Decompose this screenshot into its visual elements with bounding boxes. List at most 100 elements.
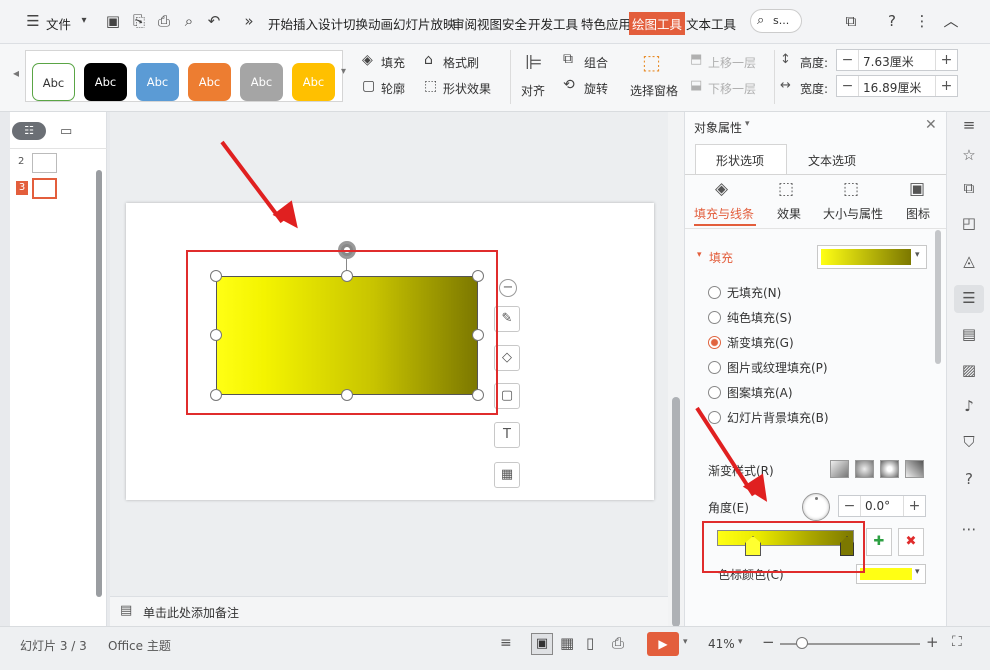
selection-pane-icon[interactable]: ⬚ — [642, 50, 661, 74]
zoom-in-icon[interactable]: + — [926, 633, 939, 651]
stop-color-picker[interactable]: ▾ — [856, 564, 926, 584]
more-icon[interactable]: ⋯ — [960, 520, 978, 538]
play-button[interactable]: ▶ — [647, 632, 679, 656]
shape-effect-icon[interactable]: ⬚ — [424, 78, 437, 94]
format-brush-icon[interactable]: ⌂ — [424, 52, 433, 68]
chevron-down-icon[interactable]: ▾ — [738, 637, 743, 647]
thumbnail-scrollbar[interactable] — [96, 170, 102, 597]
align-view-icon[interactable]: ≡ — [500, 635, 512, 651]
collapse-triangle-icon[interactable]: ▾ — [697, 250, 702, 260]
tab-text-options[interactable]: 文本选项 — [808, 152, 856, 169]
menu-start[interactable]: 开始 — [268, 14, 293, 33]
group-icon[interactable]: ⧉ — [563, 51, 573, 67]
more-icon[interactable]: » — [240, 12, 258, 30]
thumbnail-view-icon[interactable]: ▭ — [60, 124, 72, 139]
selection-pane-button[interactable]: 选择窗格 — [630, 82, 678, 99]
help-icon[interactable]: ? — [960, 470, 978, 488]
angle-stepper[interactable]: − 0.0° + — [838, 495, 926, 517]
height-stepper[interactable]: − 7.63厘米 + — [836, 49, 958, 71]
align-icon[interactable]: ⊫ — [525, 50, 542, 74]
zoom-slider-thumb[interactable] — [796, 637, 808, 649]
plus-icon[interactable]: + — [935, 76, 957, 96]
canvas-scrollbar[interactable] — [672, 397, 680, 627]
reading-view-icon[interactable]: ▯ — [586, 634, 594, 652]
properties-icon[interactable]: ☰ — [960, 289, 978, 307]
layout-icon[interactable]: ▦ — [494, 462, 520, 488]
menu-developer[interactable]: 开发工具 — [528, 14, 578, 33]
close-icon[interactable]: ✕ — [925, 117, 937, 133]
minus-icon[interactable]: − — [837, 76, 859, 96]
subtab-fill-line[interactable]: 填充与线条 — [694, 205, 754, 222]
height-value[interactable]: 7.63厘米 — [863, 53, 914, 70]
menu-security[interactable]: 安全 — [502, 14, 527, 33]
format-brush-button[interactable]: 格式刷 — [443, 54, 479, 71]
menu-animation[interactable]: 动画 — [368, 14, 393, 33]
chevron-down-icon[interactable]: ▾ — [745, 119, 750, 129]
radio-solid-fill[interactable]: 纯色填充(S) — [708, 309, 792, 326]
image-icon[interactable]: ▨ — [960, 361, 978, 379]
outline-button[interactable]: 轮廓 — [381, 80, 405, 97]
fill-line-icon[interactable]: ◈ — [715, 179, 728, 199]
subtab-effects[interactable]: 效果 — [777, 205, 801, 222]
chevron-down-icon[interactable]: ▾ — [75, 12, 93, 30]
fill-bucket-icon[interactable]: ◬ — [960, 252, 978, 270]
undo-icon[interactable]: ↶ — [205, 12, 223, 30]
shape-effect-button[interactable]: 形状效果 — [443, 80, 491, 97]
fill-color-picker[interactable]: ▾ — [817, 245, 927, 269]
subtab-icon[interactable]: 图标 — [906, 205, 930, 222]
window-icon[interactable]: ⧉ — [842, 12, 860, 30]
zoom-out-icon[interactable]: − — [762, 633, 775, 651]
scroll-left-icon[interactable]: ◂ — [13, 66, 19, 80]
gradient-path-style[interactable] — [905, 460, 924, 478]
collapse-icon[interactable]: − — [499, 279, 517, 297]
style-gold[interactable]: Abc — [292, 63, 335, 101]
notes-bar[interactable]: ▤ 单击此处添加备注 — [110, 596, 668, 626]
rotate-icon[interactable]: ⟲ — [563, 77, 575, 93]
outline-icon[interactable]: ▢ — [362, 78, 375, 94]
gradient-rect-style[interactable] — [880, 460, 899, 478]
style-blue[interactable]: Abc — [136, 63, 179, 101]
minus-icon[interactable]: − — [839, 496, 861, 516]
width-stepper[interactable]: − 16.89厘米 + — [836, 75, 958, 97]
sound-icon[interactable]: ♪ — [960, 397, 978, 415]
menu-design[interactable]: 设计 — [318, 14, 343, 33]
menu-review[interactable]: 审阅 — [452, 14, 477, 33]
fill-button[interactable]: 填充 — [381, 54, 405, 71]
collapse-ribbon-icon[interactable]: ︿ — [942, 12, 960, 30]
menu-slideshow[interactable]: 幻灯片放映 — [393, 14, 456, 33]
archive-icon[interactable]: ▤ — [960, 325, 978, 343]
chevron-down-icon[interactable]: ▾ — [683, 637, 688, 647]
save-icon[interactable]: ▣ — [104, 12, 122, 30]
slide-sorter-icon[interactable]: ▦ — [560, 634, 574, 652]
radio-slide-bg-fill[interactable]: 幻灯片背景填充(B) — [708, 409, 829, 426]
remove-stop-icon[interactable]: ✖ — [898, 528, 924, 556]
picture-icon[interactable]: ▣ — [909, 179, 925, 199]
rotate-button[interactable]: 旋转 — [584, 80, 608, 97]
plus-icon[interactable]: + — [903, 496, 925, 516]
menu-transition[interactable]: 切换 — [343, 14, 368, 33]
shapes-icon[interactable]: ◰ — [960, 214, 978, 232]
width-value[interactable]: 16.89厘米 — [863, 79, 921, 96]
add-stop-icon[interactable]: ✚ — [866, 528, 892, 556]
size-properties-icon[interactable]: ⬚ — [843, 179, 859, 199]
menu-icon[interactable]: ≡ — [960, 116, 978, 134]
print-preview-icon[interactable]: ⌕ — [180, 12, 198, 30]
fit-window-icon[interactable]: ⛶ — [952, 634, 962, 650]
gallery-expand-icon[interactable]: ▾ — [341, 66, 346, 77]
tab-shape-options[interactable]: 形状选项 — [695, 144, 787, 174]
radio-pattern-fill[interactable]: 图案填充(A) — [708, 384, 793, 401]
menu-view[interactable]: 视图 — [477, 14, 502, 33]
style-orange[interactable]: Abc — [188, 63, 231, 101]
menu-drawing-tools[interactable]: 绘图工具 — [629, 12, 686, 35]
plus-icon[interactable]: + — [935, 50, 957, 70]
angle-dial[interactable] — [802, 493, 830, 521]
effects-icon[interactable]: ⬚ — [778, 179, 794, 199]
group-button[interactable]: 组合 — [584, 54, 608, 71]
gradient-linear-style[interactable] — [830, 460, 849, 478]
style-white[interactable]: Abc — [32, 63, 75, 101]
help-icon[interactable]: ? — [883, 12, 901, 30]
slide-thumbnail-3[interactable] — [32, 178, 57, 199]
text-box-icon[interactable]: T — [494, 422, 520, 448]
menu-special[interactable]: 特色应用 — [581, 14, 631, 33]
slide-thumbnail-2[interactable] — [32, 153, 57, 173]
